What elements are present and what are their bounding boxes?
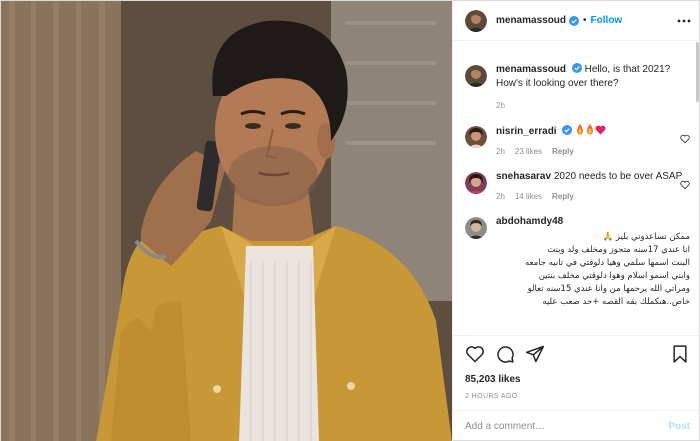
comments-list[interactable]: menamassoud Hello, is that 2021? How's i… xyxy=(453,42,700,335)
post-timestamp: 2 HOURS AGO xyxy=(465,393,518,400)
add-comment-input[interactable] xyxy=(465,421,669,432)
instagram-post: menamassoud • Follow menamassoud Hello, … xyxy=(0,0,700,441)
post-sidebar: menamassoud • Follow menamassoud Hello, … xyxy=(452,1,700,441)
caption-meta: 2h xyxy=(496,101,690,110)
comment-line: ممكن تساعدوني بليز 🙏 xyxy=(602,232,690,242)
comment-likes[interactable]: 14 likes xyxy=(515,192,542,201)
reply-button[interactable]: Reply xyxy=(552,192,574,201)
verified-badge-icon xyxy=(562,125,573,135)
caption-username[interactable]: menamassoud xyxy=(496,64,566,75)
caption: menamassoud Hello, is that 2021? How's i… xyxy=(465,63,690,110)
post-photo[interactable] xyxy=(1,1,452,441)
author-avatar[interactable] xyxy=(465,9,487,32)
action-icons xyxy=(465,343,690,365)
comment-time: 2h xyxy=(496,192,505,201)
caption-text-line: menamassoud Hello, is that 2021? How's i… xyxy=(496,63,690,91)
comment-text-arabic: ممكن تساعدوني بليز 🙏 انا عندي 17سنه متجو… xyxy=(496,231,690,309)
comment-text-line: snehasarav 2020 needs to be over ASAP xyxy=(496,170,690,184)
reply-button[interactable]: Reply xyxy=(552,147,574,156)
comment-line: البنت اسمها سلمي وهيا دلوقتي في تانيه جا… xyxy=(524,258,690,268)
comment-likes[interactable]: 23 likes xyxy=(515,147,542,156)
commenter-avatar[interactable] xyxy=(465,172,487,194)
comment-line: خاص..هنكملك بقه القصه +حد صعب عليه xyxy=(542,297,690,307)
comment-line: ومراتي الله يرحمها من وانا عندي 15سنه تع… xyxy=(527,284,690,294)
photo-illustration xyxy=(1,1,452,441)
comment-body: snehasarav 2020 needs to be over ASAP 2h… xyxy=(496,170,690,201)
comment-body: nisrin_erradi 2h 23 likes Reply xyxy=(496,124,690,156)
likes-count[interactable]: 85,203 likes xyxy=(465,374,690,385)
comment-meta: 2h 14 likes Reply xyxy=(496,192,690,201)
comment-time: 2h xyxy=(496,147,505,156)
bookmark-icon[interactable] xyxy=(670,344,690,364)
post-header: menamassoud • Follow xyxy=(453,1,700,41)
red-heart-icon xyxy=(595,125,606,135)
verified-badge-icon xyxy=(571,63,582,73)
verified-badge-icon xyxy=(569,15,580,26)
comment-item: snehasarav 2020 needs to be over ASAP 2h… xyxy=(465,170,690,201)
like-comment-heart-icon[interactable] xyxy=(680,134,690,144)
action-bar: 85,203 likes 2 HOURS AGO xyxy=(453,335,700,400)
commenter-username[interactable]: snehasarav xyxy=(496,171,551,182)
more-options-icon[interactable] xyxy=(676,13,692,29)
author-username[interactable]: menamassoud xyxy=(496,15,566,26)
like-comment-heart-icon[interactable] xyxy=(680,180,690,190)
comment-text-line: nisrin_erradi xyxy=(496,124,690,139)
comment-text-line: abdohamdy48 xyxy=(496,215,690,229)
author-avatar[interactable] xyxy=(465,65,487,87)
commenter-username[interactable]: abdohamdy48 xyxy=(496,216,563,227)
like-heart-icon[interactable] xyxy=(465,344,485,364)
comment-bubble-icon[interactable] xyxy=(495,344,515,364)
separator-dot: • xyxy=(583,15,587,26)
commenter-avatar[interactable] xyxy=(465,217,487,239)
follow-button[interactable]: Follow xyxy=(591,15,623,26)
caption-body: menamassoud Hello, is that 2021? How's i… xyxy=(496,63,690,110)
add-comment-bar: Post xyxy=(453,410,700,441)
comment-meta: 2h 23 likes Reply xyxy=(496,147,690,156)
post-comment-button[interactable]: Post xyxy=(668,421,690,432)
comment-item: nisrin_erradi 2h 23 likes Reply xyxy=(465,124,690,156)
comment-text: 2020 needs to be over ASAP xyxy=(553,171,683,182)
commenter-avatar[interactable] xyxy=(465,126,487,148)
commenter-username[interactable]: nisrin_erradi xyxy=(496,126,557,137)
fire-icon xyxy=(587,124,594,135)
comment-line: وابني اسمو اسلام وهوا دلوقتي مخلف بنتين xyxy=(538,271,690,281)
comment-item: abdohamdy48 ممكن تساعدوني بليز 🙏 انا عند… xyxy=(465,215,690,309)
fire-icon xyxy=(577,124,584,135)
caption-time: 2h xyxy=(496,101,505,110)
comment-body: abdohamdy48 ممكن تساعدوني بليز 🙏 انا عند… xyxy=(496,215,690,309)
comments-scrollbar[interactable] xyxy=(696,42,699,102)
share-paper-plane-icon[interactable] xyxy=(525,344,545,364)
comment-line: انا عندي 17سنه متجوز ومخلف ولد وبنت xyxy=(547,245,690,255)
